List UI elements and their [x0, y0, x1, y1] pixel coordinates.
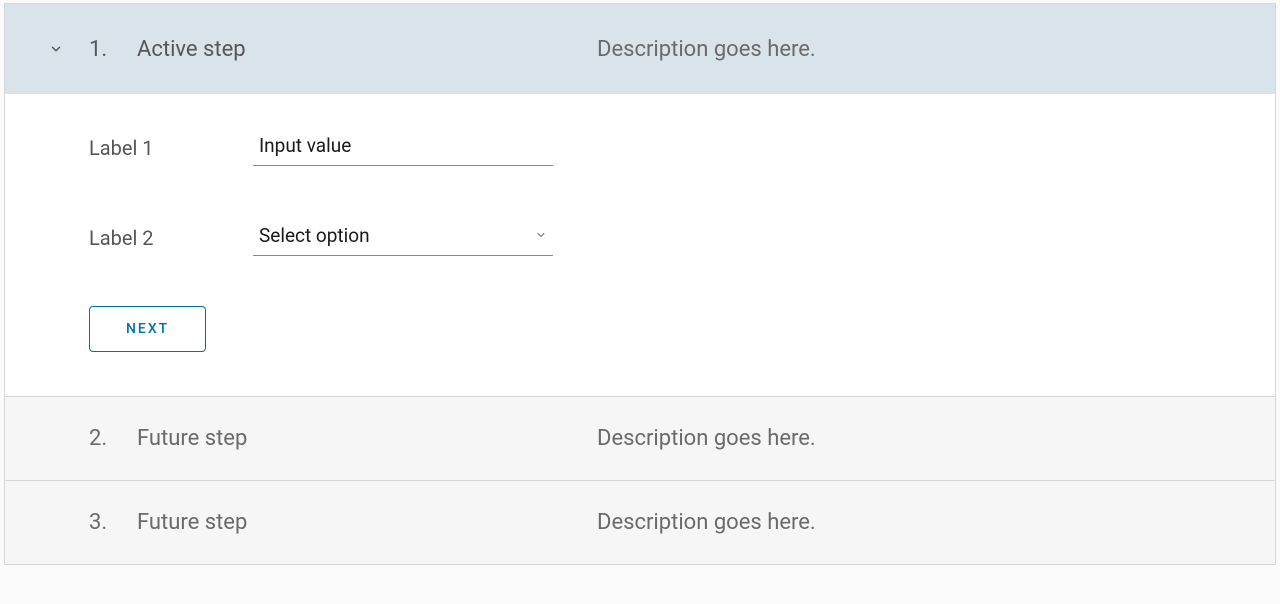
step-number-1: 1.	[89, 37, 137, 62]
step-number-2: 2.	[89, 426, 137, 451]
step-title-1: Active step	[137, 37, 597, 62]
form-row-1: Label 1	[89, 130, 1275, 166]
select-option[interactable]: Select option	[253, 220, 553, 256]
step-header-1[interactable]: 1. Active step Description goes here.	[5, 4, 1275, 94]
step-description-2: Description goes here.	[597, 426, 816, 451]
step-description-1: Description goes here.	[597, 37, 816, 62]
label-2: Label 2	[89, 226, 253, 250]
input-1[interactable]	[253, 130, 553, 166]
step-title-2: Future step	[137, 426, 597, 451]
select-value: Select option	[259, 224, 370, 247]
step-title-3: Future step	[137, 510, 597, 535]
step-number-3: 3.	[89, 510, 137, 535]
stepper-container: 1. Active step Description goes here. La…	[4, 3, 1276, 565]
step-header-2[interactable]: 2. Future step Description goes here.	[5, 396, 1275, 480]
label-1: Label 1	[89, 136, 253, 160]
step-header-3[interactable]: 3. Future step Description goes here.	[5, 480, 1275, 564]
chevron-down-icon	[535, 226, 547, 245]
step-description-3: Description goes here.	[597, 510, 816, 535]
step-body-1: Label 1 Label 2 Select option NEXT	[5, 94, 1275, 396]
form-row-2: Label 2 Select option	[89, 220, 1275, 256]
chevron-down-icon	[49, 42, 71, 56]
next-button[interactable]: NEXT	[89, 306, 206, 352]
